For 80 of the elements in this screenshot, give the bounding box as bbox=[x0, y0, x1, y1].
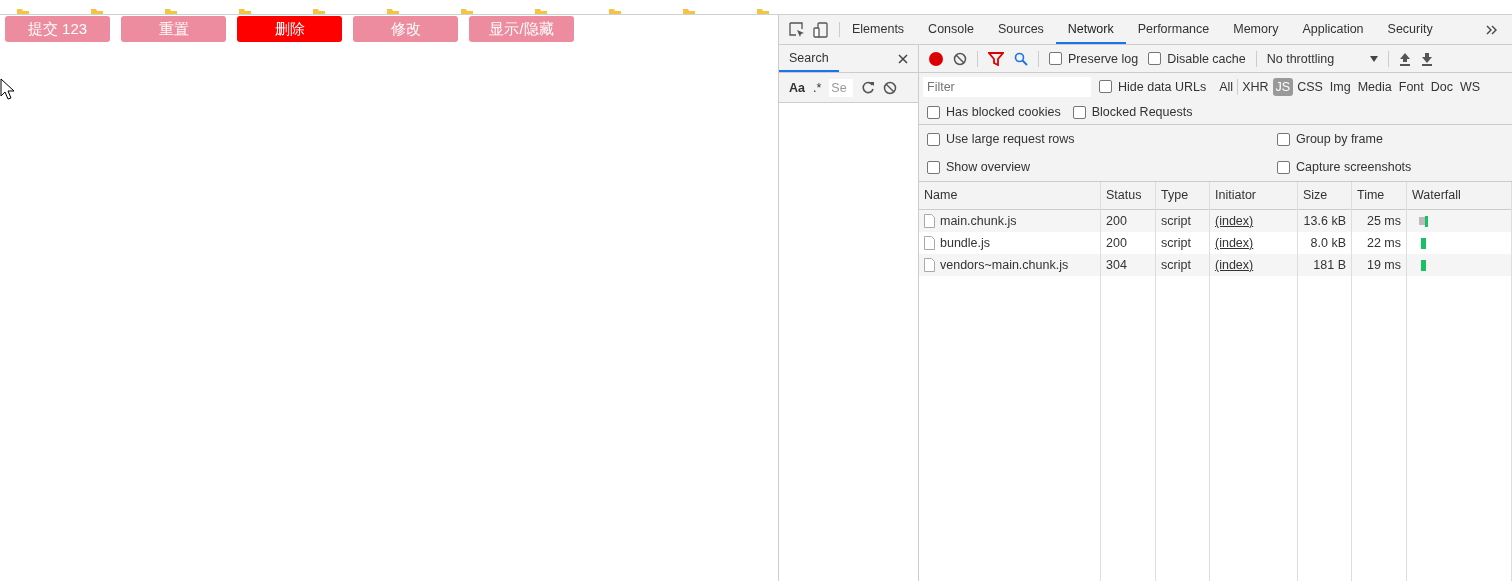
file-icon bbox=[924, 236, 935, 250]
resource-type-filter[interactable]: XHR bbox=[1239, 77, 1272, 96]
table-cell-text: 8.0 kB bbox=[1309, 235, 1347, 252]
checkbox-label: Hide data URLs bbox=[1118, 79, 1207, 94]
table-cell-text: script bbox=[1160, 235, 1192, 252]
checkbox-box[interactable] bbox=[1148, 52, 1162, 65]
table-cell: 13.6 kB bbox=[1298, 210, 1351, 232]
checkbox-box[interactable] bbox=[927, 132, 940, 146]
clear-icon[interactable] bbox=[883, 80, 898, 95]
column-header[interactable]: Size bbox=[1298, 182, 1351, 210]
device-toolbar-icon[interactable] bbox=[813, 21, 829, 38]
checkbox-label: Blocked Requests bbox=[1091, 105, 1193, 119]
resource-type-filter[interactable]: WS bbox=[1457, 77, 1484, 96]
checkbox-box[interactable] bbox=[927, 105, 940, 119]
resource-type-filter[interactable]: All bbox=[1216, 77, 1237, 96]
table-cell-text: 22 ms bbox=[1365, 235, 1402, 252]
column-header[interactable]: Status bbox=[1101, 182, 1155, 210]
checkbox-box[interactable] bbox=[1072, 105, 1086, 119]
waterfall-bar bbox=[1419, 259, 1429, 271]
resource-type-filter[interactable]: Font bbox=[1395, 77, 1427, 96]
resource-type-filter[interactable]: Img bbox=[1326, 77, 1354, 96]
close-icon[interactable] bbox=[898, 53, 908, 64]
waterfall-bar bbox=[1419, 237, 1429, 249]
devtools-tab[interactable]: Sources bbox=[986, 15, 1056, 44]
search-tab[interactable]: Search bbox=[779, 45, 839, 72]
file-name[interactable]: bundle.js bbox=[940, 232, 991, 254]
table-cell: script bbox=[1156, 210, 1209, 232]
regex-toggle[interactable]: .* bbox=[813, 80, 822, 95]
waterfall-bar bbox=[1419, 215, 1429, 227]
checkbox-label: Capture screenshots bbox=[1296, 160, 1412, 174]
resource-type-filter[interactable]: Doc bbox=[1427, 77, 1456, 96]
table-cell: 200 bbox=[1101, 210, 1155, 232]
dropdown-caret-icon bbox=[1370, 55, 1379, 62]
match-case-toggle[interactable]: Aa bbox=[789, 80, 805, 95]
devtools-tab[interactable]: Performance bbox=[1125, 15, 1222, 44]
checkbox-label: Group by frame bbox=[1296, 132, 1383, 146]
table-cell: 304 bbox=[1101, 254, 1155, 276]
resource-type-filter[interactable]: Media bbox=[1354, 77, 1395, 96]
checkbox-label: Preserve log bbox=[1068, 51, 1139, 66]
checkbox-box[interactable] bbox=[1099, 80, 1112, 93]
table-cell-text: 200 bbox=[1105, 235, 1128, 252]
table-cell: 25 ms bbox=[1352, 210, 1406, 232]
checkbox-label: Show overview bbox=[946, 160, 1031, 174]
file-icon bbox=[924, 258, 935, 272]
record-button[interactable] bbox=[929, 51, 943, 66]
checkbox-box[interactable] bbox=[1049, 52, 1062, 65]
devtools-tab[interactable]: Console bbox=[916, 15, 986, 44]
checkbox-label: Use large request rows bbox=[946, 132, 1075, 146]
file-icon bbox=[924, 214, 935, 228]
devtools-tab[interactable]: Application bbox=[1290, 15, 1376, 44]
page-button[interactable]: 删除 bbox=[237, 16, 342, 42]
throttling-dropdown[interactable]: No throttling bbox=[1266, 51, 1379, 66]
checkbox-label: Has blocked cookies bbox=[946, 105, 1061, 119]
search-icon[interactable] bbox=[1014, 51, 1028, 66]
more-tabs-icon[interactable] bbox=[1486, 24, 1498, 35]
resource-type-filter[interactable]: CSS bbox=[1294, 77, 1326, 96]
checkbox-box[interactable] bbox=[1277, 160, 1290, 174]
filter-icon[interactable] bbox=[988, 51, 1004, 66]
devtools-tab[interactable]: Security bbox=[1375, 15, 1445, 44]
download-icon[interactable] bbox=[1421, 51, 1434, 66]
checkbox-box[interactable] bbox=[927, 160, 940, 174]
table-cell: 181 B bbox=[1298, 254, 1351, 276]
column-header[interactable]: Time bbox=[1352, 182, 1406, 210]
table-cell: script bbox=[1156, 254, 1209, 276]
filter-field[interactable]: Filter bbox=[923, 76, 1091, 97]
column-header[interactable]: Waterfall bbox=[1407, 182, 1511, 210]
initiator-link[interactable]: (index) bbox=[1215, 236, 1254, 250]
inspect-icon[interactable] bbox=[789, 21, 805, 38]
devtools-tab[interactable]: Memory bbox=[1221, 15, 1291, 44]
column-header[interactable]: Type bbox=[1156, 182, 1209, 210]
table-cell: 19 ms bbox=[1352, 254, 1406, 276]
upload-icon[interactable] bbox=[1399, 51, 1412, 66]
column-header[interactable]: Name bbox=[919, 182, 1100, 210]
checkbox-box[interactable] bbox=[1277, 132, 1290, 146]
clear-icon[interactable] bbox=[953, 51, 967, 66]
devtools-tab[interactable]: Elements bbox=[840, 15, 917, 44]
checkbox-label: Disable cache bbox=[1167, 51, 1246, 66]
query-field[interactable]: Se bbox=[829, 78, 854, 97]
refresh-icon[interactable] bbox=[861, 80, 876, 95]
column-header[interactable]: Initiator bbox=[1210, 182, 1297, 210]
